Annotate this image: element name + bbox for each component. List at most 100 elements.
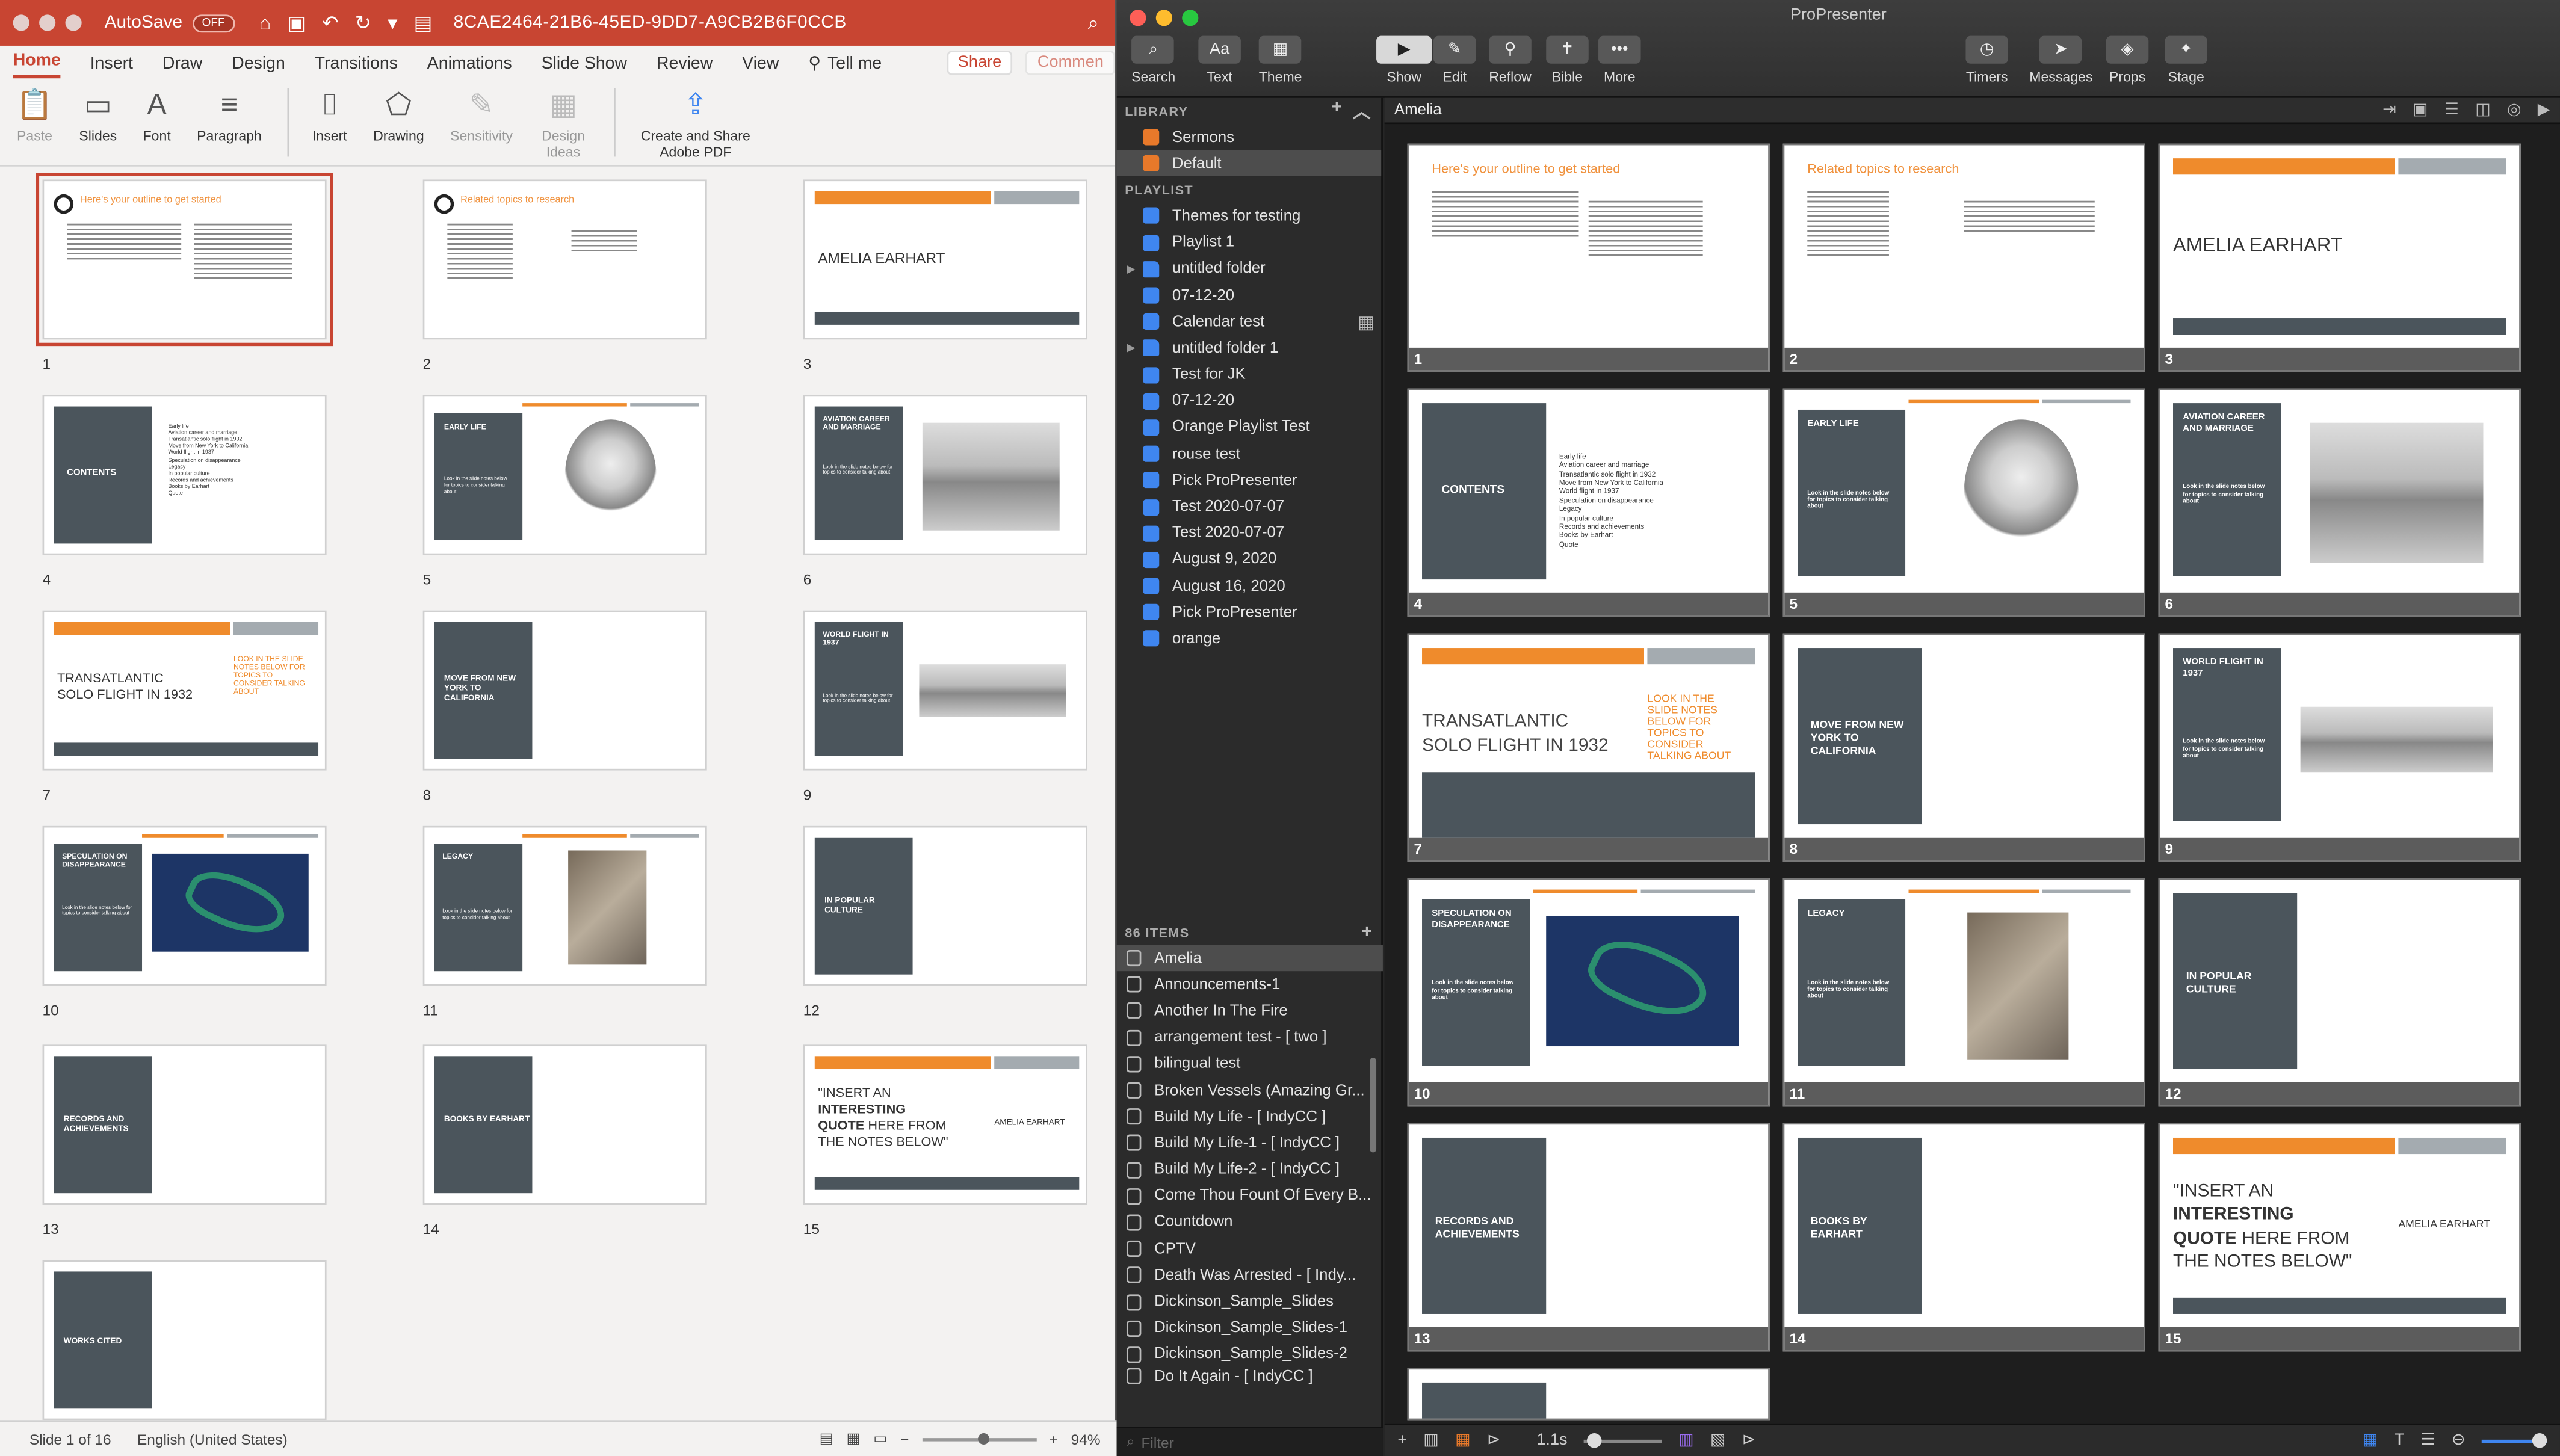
slide-thumbnail-13[interactable]: RECORDS AND ACHIEVEMENTS (42, 1044, 327, 1205)
tab-design[interactable]: Design (232, 54, 285, 79)
slides-button[interactable]: ▭ Slides (79, 88, 117, 144)
playlist-item[interactable]: Orange Playlist Test (1117, 415, 1382, 441)
presentation-item[interactable]: Dickinson_Sample_Slides-2 (1117, 1342, 1383, 1368)
columns-icon[interactable]: ▥ (1678, 1431, 1694, 1449)
presentation-item[interactable]: Do It Again - [ IndyCC ] (1117, 1368, 1383, 1384)
pro-slide-10[interactable]: SPECULATION ON DISAPPEARANCE Look in the … (1407, 878, 1770, 1107)
transition-slider[interactable] (1583, 1432, 1662, 1448)
pro-slide-8[interactable]: MOVE FROM NEW YORK TO CALIFORNIA 8 (1782, 633, 2145, 862)
transition-slider-thumb[interactable] (1587, 1432, 1602, 1448)
zoom-slider[interactable] (922, 1432, 1036, 1444)
playlist-item[interactable]: Test 2020-07-07 (1117, 520, 1382, 546)
font-button[interactable]: A Font (143, 88, 171, 144)
slide-thumbnail-16[interactable]: WORKS CITED (42, 1260, 327, 1421)
playlist-item[interactable]: Test 2020-07-07 (1117, 494, 1382, 520)
group-icon[interactable]: ▣ (2413, 101, 2428, 119)
home-icon[interactable]: ⌂ (259, 11, 271, 34)
pro-slide-5[interactable]: EARLY LIFE Look in the slide notes below … (1782, 388, 2145, 617)
build-icon[interactable]: ▧ (1710, 1431, 1726, 1449)
filter-input[interactable]: ⌕ Filter (1116, 1427, 1383, 1456)
zoom-icon[interactable]: ⊖ (2452, 1431, 2466, 1449)
pro-slide-6[interactable]: AVIATION CAREER AND MARRIAGE Look in the … (2158, 388, 2521, 617)
color-grid-icon[interactable]: ▦ (1455, 1431, 1471, 1449)
tab-review[interactable]: Review (657, 54, 713, 79)
calendar-icon[interactable]: ▦ (1358, 311, 1374, 333)
presentation-item[interactable]: arrangement test - [ two ] (1117, 1025, 1383, 1051)
grid-layout-icon[interactable]: ▦ (2363, 1431, 2378, 1449)
zoom-window-button[interactable] (65, 14, 82, 31)
autosave-toggle[interactable]: OFF (192, 14, 235, 32)
library-item[interactable]: Default (1116, 150, 1382, 177)
tell-me-search[interactable]: ⚲ Tell me (808, 54, 882, 79)
grid-view-icon[interactable]: ▥ (1423, 1431, 1439, 1449)
sensitivity-button[interactable]: ✎ Sensitivity (450, 88, 513, 144)
presentation-item[interactable]: bilingual test (1117, 1050, 1383, 1077)
reading-view-icon[interactable]: ▭ (873, 1430, 887, 1448)
collapse-icon[interactable]: ︿ (1353, 98, 1371, 124)
share-button[interactable]: Share (946, 51, 1013, 75)
text-button[interactable]: Aa Text (1198, 35, 1241, 85)
presentation-item[interactable]: Countdown (1117, 1209, 1383, 1236)
slide-thumbnail-8[interactable]: MOVE FROM NEW YORK TO CALIFORNIA (422, 610, 707, 771)
slide-thumbnail-14[interactable]: BOOKS BY EARHART (422, 1044, 707, 1205)
edit-button[interactable]: ✎ Edit (1433, 35, 1476, 85)
slide-thumbnail-11[interactable]: LEGACY Look in the slide notes below for … (422, 825, 707, 986)
bible-button[interactable]: ✝ Bible (1546, 35, 1589, 85)
pro-slide-3[interactable]: AMELIA EARHART 3 (2158, 143, 2521, 372)
close-window-button[interactable] (13, 14, 29, 31)
playlist-folder[interactable]: ▶ untitled folder (1117, 256, 1382, 282)
library-item[interactable]: Sermons (1117, 124, 1382, 150)
pro-slide-15[interactable]: "INSERT AN INTERESTING QUOTE HERE FROM T… (2158, 1123, 2521, 1352)
pro-slide-13[interactable]: RECORDS AND ACHIEVEMENTS 13 (1407, 1123, 1770, 1352)
next-icon[interactable]: ⊳ (1742, 1431, 1756, 1449)
presentation-item[interactable]: Announcements-1 (1117, 972, 1383, 998)
timers-button[interactable]: ◷ Timers (1965, 35, 2008, 85)
presentation-item[interactable]: CPTV (1117, 1236, 1383, 1262)
zoom-level[interactable]: 94% (1071, 1431, 1101, 1447)
slide-thumbnail-3[interactable]: AMELIA EARHART (803, 179, 1087, 340)
slide-thumbnail-2[interactable]: Related topics to research (422, 179, 707, 340)
pro-slide-2[interactable]: Related topics to research 2 (1782, 143, 2145, 372)
stage-button[interactable]: ✦ Stage (2165, 35, 2207, 85)
tab-animations[interactable]: Animations (427, 54, 512, 79)
pro-slide-7[interactable]: TRANSATLANTIC SOLO FLIGHT IN 1932 LOOK IN… (1407, 633, 1770, 862)
layout-icon[interactable]: ◫ (2475, 101, 2491, 119)
presentation-item[interactable]: Dickinson_Sample_Slides-1 (1117, 1315, 1383, 1342)
zoom-out-button[interactable]: − (900, 1431, 909, 1447)
redo-icon[interactable]: ↻ (355, 11, 371, 34)
props-button[interactable]: ◈ Props (2106, 35, 2149, 85)
presentation-item[interactable]: Another In The Fire (1117, 998, 1383, 1025)
arrangement-icon[interactable]: ☰ (2444, 101, 2459, 119)
paste-button[interactable]: 📋 Paste (16, 88, 53, 144)
theme-button[interactable]: ▦ Theme (1259, 35, 1302, 85)
presentation-item[interactable]: Dickinson_Sample_Slides (1117, 1289, 1383, 1315)
add-item-icon[interactable]: + (1362, 922, 1373, 942)
pro-slide-1[interactable]: Here's your outline to get started 1 (1407, 143, 1770, 372)
slide-thumbnail-7[interactable]: TRANSATLANTIC SOLO FLIGHT IN 1932 LOOK IN… (42, 610, 327, 771)
transition-time[interactable]: 1.1s (1536, 1431, 1567, 1449)
presentation-item[interactable]: Amelia (1116, 945, 1383, 972)
customize-chevron-icon[interactable]: ▾ (388, 11, 397, 34)
tab-home[interactable]: Home (13, 51, 61, 79)
pro-slide-11[interactable]: LEGACY Look in the slide notes below for … (1782, 878, 2145, 1107)
save-icon[interactable]: ▣ (287, 11, 306, 34)
disclosure-triangle-icon[interactable]: ▶ (1127, 342, 1136, 355)
playlist-item[interactable]: Playlist 1 (1117, 229, 1382, 256)
playlist-item[interactable]: Pick ProPresenter (1117, 467, 1382, 494)
tab-view[interactable]: View (742, 54, 779, 79)
pro-slide-12[interactable]: IN POPULAR CULTURE 12 (2158, 878, 2521, 1107)
text-layout-icon[interactable]: T (2395, 1431, 2405, 1449)
playlist-item[interactable]: orange (1117, 626, 1382, 652)
import-icon[interactable]: ⇥ (2382, 101, 2396, 119)
drawing-button[interactable]: ⬠ Drawing (373, 88, 424, 144)
minimize-window-button[interactable] (39, 14, 56, 31)
slide-thumbnail-4[interactable]: CONTENTS Early life Aviation career and m… (42, 395, 327, 555)
slide-sorter-icon[interactable]: ▦ (846, 1430, 860, 1448)
presentation-item[interactable]: Broken Vessels (Amazing Gr... (1117, 1077, 1383, 1103)
slide-thumbnail-1[interactable]: Here's your outline to get started (36, 173, 333, 347)
presentation-item[interactable]: Build My Life-2 - [ IndyCC ] (1117, 1156, 1383, 1183)
playlist-item[interactable]: rouse test (1117, 441, 1382, 467)
presentation-item[interactable]: Build My Life-1 - [ IndyCC ] (1117, 1130, 1383, 1156)
playlist-item[interactable]: August 9, 2020 (1117, 546, 1382, 573)
tab-insert[interactable]: Insert (90, 54, 133, 79)
